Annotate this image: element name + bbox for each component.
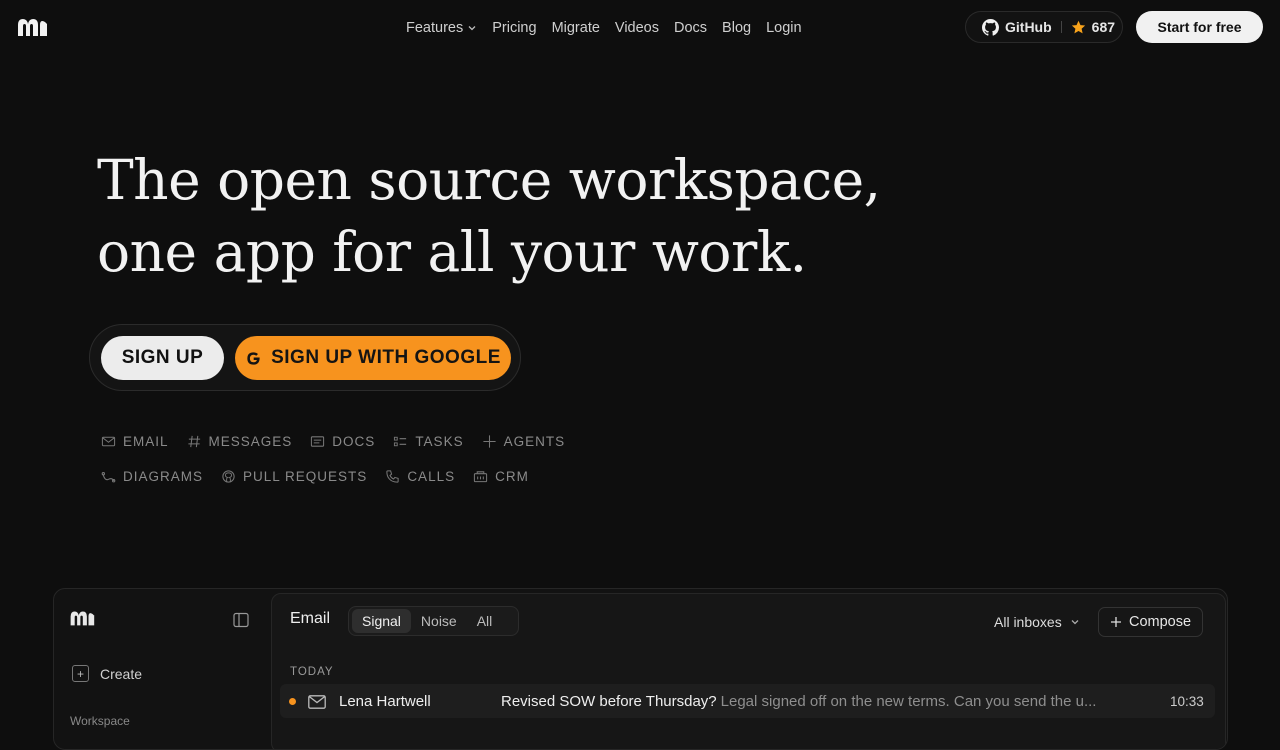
app-sidebar: + Create Workspace — [54, 589, 270, 749]
signup-button[interactable]: SIGN UP — [101, 336, 224, 380]
top-nav: Features Pricing Migrate Videos Docs Blo… — [0, 0, 1280, 56]
signup-cta-group: SIGN UP SIGN UP WITH GOOGLE — [89, 324, 521, 391]
feature-email: EMAIL — [101, 434, 169, 449]
feature-agents-label: AGENTS — [503, 434, 566, 449]
github-button[interactable]: GitHub 687 — [965, 11, 1123, 43]
unread-indicator — [289, 698, 296, 705]
feature-messages: MESSAGES — [187, 434, 293, 449]
mail-icon — [308, 695, 326, 709]
compose-button[interactable]: Compose — [1098, 607, 1203, 637]
email-pane: Email Signal Noise All All inboxes Compo… — [271, 593, 1226, 749]
nav-migrate[interactable]: Migrate — [552, 20, 600, 36]
app-preview: + Create Workspace Email Signal Noise Al… — [53, 588, 1228, 750]
sidebar-toggle-icon[interactable] — [233, 612, 249, 628]
tab-signal[interactable]: Signal — [352, 609, 411, 633]
hero-title-line1: The open source workspace, — [97, 148, 881, 212]
feature-pull-requests-label: PULL REQUESTS — [243, 469, 368, 484]
chevron-down-icon — [1071, 620, 1079, 625]
start-for-free-button[interactable]: Start for free — [1136, 11, 1263, 43]
feature-calls-label: CALLS — [407, 469, 456, 484]
nav-videos[interactable]: Videos — [615, 20, 659, 36]
feature-email-label: EMAIL — [123, 434, 169, 449]
email-filter-tabs: Signal Noise All — [348, 606, 519, 636]
feature-pull-requests: PULL REQUESTS — [221, 469, 367, 484]
nav-docs[interactable]: Docs — [674, 20, 707, 36]
checklist-icon — [394, 436, 407, 447]
github-icon — [222, 470, 235, 483]
email-snippet: Legal signed off on the new terms. Can y… — [720, 693, 1097, 710]
plus-icon: + — [72, 665, 89, 682]
section-label-today: TODAY — [290, 666, 334, 678]
chevron-down-icon — [468, 26, 476, 31]
sparkle-icon — [482, 435, 496, 448]
github-icon — [982, 18, 999, 36]
nav-links: Features Pricing Migrate Videos Docs Blo… — [406, 0, 802, 56]
hero-title: The open source workspace, one app for a… — [97, 144, 881, 288]
feature-tasks-label: TASKS — [415, 434, 464, 449]
nav-blog[interactable]: Blog — [722, 20, 751, 36]
inbox-selector-label: All inboxes — [994, 614, 1062, 630]
nav-pricing[interactable]: Pricing — [492, 20, 536, 36]
signup-google-button[interactable]: SIGN UP WITH GOOGLE — [235, 336, 511, 380]
feature-list: EMAIL MESSAGES DOCS TASKS AGENTS DIAGRAM… — [101, 424, 621, 494]
workspace-section-label: Workspace — [70, 714, 130, 728]
feature-tasks: TASKS — [393, 434, 463, 449]
document-icon — [311, 436, 325, 447]
email-sender: Lena Hartwell — [339, 693, 431, 710]
compose-label: Compose — [1128, 614, 1192, 630]
signup-google-label: SIGN UP WITH GOOGLE — [271, 347, 501, 368]
github-stars: 687 — [1091, 19, 1116, 35]
github-label: GitHub — [1005, 19, 1052, 35]
pane-title: Email — [290, 610, 331, 627]
feature-docs: DOCS — [310, 434, 375, 449]
tab-all[interactable]: All — [467, 609, 503, 633]
feature-docs-label: DOCS — [332, 434, 376, 449]
brand-logo[interactable] — [16, 16, 48, 38]
brand-logo — [70, 611, 95, 626]
feature-calls: CALLS — [385, 469, 455, 484]
star-icon — [1071, 20, 1085, 33]
nav-features-label: Features — [406, 20, 464, 36]
hash-icon — [187, 435, 200, 448]
nav-login[interactable]: Login — [766, 20, 801, 36]
inbox-selector[interactable]: All inboxes — [994, 614, 1080, 630]
tab-noise[interactable]: Noise — [411, 609, 467, 633]
create-label: Create — [100, 665, 143, 682]
create-button[interactable]: + Create — [72, 665, 142, 682]
feature-crm-label: CRM — [495, 469, 529, 484]
email-row[interactable]: Lena Hartwell Revised SOW before Thursda… — [280, 684, 1215, 718]
feature-messages-label: MESSAGES — [208, 434, 293, 449]
mail-icon — [101, 436, 116, 447]
feature-diagrams: DIAGRAMS — [101, 469, 203, 484]
building-icon — [473, 471, 488, 483]
divider — [1060, 21, 1062, 33]
phone-icon — [386, 470, 399, 483]
hero-title-line2: one app for all your work. — [97, 220, 807, 284]
feature-agents: AGENTS — [482, 434, 566, 449]
google-icon — [247, 351, 260, 365]
feature-diagrams-label: DIAGRAMS — [123, 469, 204, 484]
email-subject: Revised SOW before Thursday? — [501, 693, 717, 710]
nav-features[interactable]: Features — [406, 20, 477, 36]
plus-icon — [1110, 617, 1121, 627]
email-subject-line: Revised SOW before Thursday? Legal signed… — [501, 693, 1161, 710]
diagram-icon — [101, 472, 116, 483]
email-time: 10:33 — [1170, 694, 1204, 709]
feature-crm: CRM — [473, 469, 529, 484]
